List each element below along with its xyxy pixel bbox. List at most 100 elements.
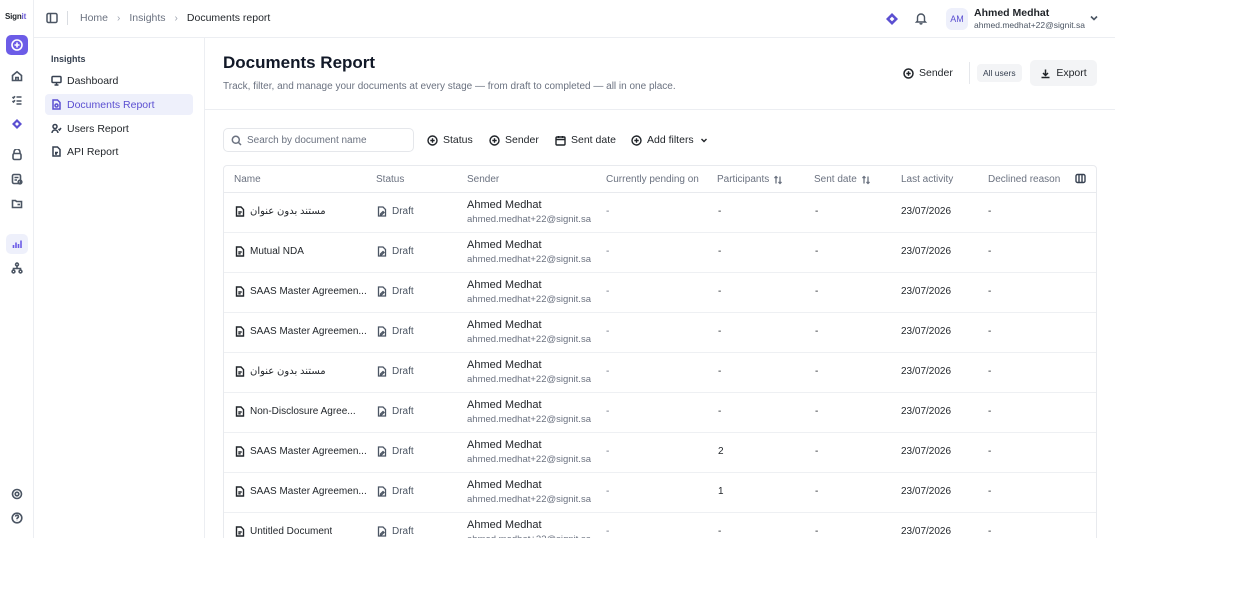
sidebar-item-api-report[interactable]: API Report — [45, 141, 193, 162]
document-name[interactable]: مستند بدون عنوان — [235, 206, 370, 217]
sidebar-item-documents-report[interactable]: Documents Report — [45, 94, 193, 115]
tasks-icon[interactable] — [6, 90, 28, 110]
document-name[interactable]: Mutual NDA — [235, 246, 370, 257]
column-label: Participants — [717, 174, 770, 185]
table-row[interactable]: SAAS Master Agreemen... Draft Ahmed Medhat… — [224, 273, 1096, 313]
document-name[interactable]: Untitled Document — [235, 526, 370, 537]
brand-diamond-icon[interactable] — [885, 12, 899, 26]
document-name[interactable]: SAAS Master Agreemen... — [235, 286, 370, 297]
templates-icon[interactable] — [6, 169, 28, 189]
document-name[interactable]: SAAS Master Agreemen... — [235, 326, 370, 337]
status-badge: Draft — [377, 486, 414, 497]
document-name[interactable]: SAAS Master Agreemen... — [235, 486, 370, 497]
table-row[interactable]: مستند بدون عنوان Draft Ahmed Medhat ahmed.m… — [224, 193, 1096, 233]
sidebar-toggle-icon[interactable] — [46, 12, 58, 24]
page-subtitle: Track, filter, and manage your documents… — [223, 81, 676, 92]
column-sender[interactable]: Sender — [467, 174, 499, 185]
documents-table: Name Status Sender Currently pending on … — [223, 165, 1097, 538]
user-name: Ahmed Medhat — [974, 7, 1050, 19]
table-row[interactable]: SAAS Master Agreemen... Draft Ahmed Medhat… — [224, 433, 1096, 473]
column-declined-reason[interactable]: Declined reason — [988, 174, 1060, 185]
status-filter[interactable]: Status — [427, 131, 473, 149]
sidebar-item-dashboard[interactable]: Dashboard — [45, 70, 193, 91]
document-icon — [235, 366, 250, 377]
divider — [67, 11, 68, 25]
settings-icon[interactable] — [6, 484, 28, 504]
folders-icon[interactable] — [6, 193, 28, 213]
sender-filter-label: Sender — [505, 134, 539, 146]
home-icon[interactable] — [6, 66, 28, 86]
table-row[interactable]: SAAS Master Agreemen... Draft Ahmed Medhat… — [224, 473, 1096, 513]
declined-reason: - — [988, 326, 992, 337]
sent-date-filter[interactable]: Sent date — [555, 131, 616, 149]
document-icon — [235, 486, 250, 497]
table-row[interactable]: Untitled Document Draft Ahmed Medhat ahmed.… — [224, 513, 1096, 538]
column-pending[interactable]: Currently pending on — [606, 174, 699, 185]
draft-icon — [377, 406, 392, 417]
status-filter-label: Status — [443, 134, 473, 146]
sent-date: - — [815, 366, 819, 377]
status-badge: Draft — [377, 246, 414, 257]
app-window: Signit Home › Insights › Documents repor… — [0, 0, 1115, 538]
sender-name: Ahmed Medhat — [467, 479, 542, 491]
sent-date: - — [815, 406, 819, 417]
breadcrumb: Home › Insights › Documents report — [80, 12, 270, 24]
participants-count: - — [718, 286, 722, 297]
plus-circle-icon — [427, 134, 438, 146]
bell-icon[interactable] — [914, 11, 928, 25]
sender-filter[interactable]: Sender — [489, 131, 539, 149]
pending-on: - — [606, 286, 610, 297]
document-name[interactable]: مستند بدون عنوان — [235, 366, 370, 377]
columns-toggle-icon[interactable] — [1075, 173, 1087, 185]
last-activity: 23/07/2026 — [901, 246, 952, 257]
chevron-down-icon — [700, 138, 707, 143]
divider — [205, 109, 1115, 110]
brand-icon[interactable] — [6, 114, 28, 134]
last-activity: 23/07/2026 — [901, 366, 952, 377]
status-text: Draft — [392, 326, 414, 337]
all-users-badge[interactable]: All users — [977, 64, 1022, 82]
table-row[interactable]: مستند بدون عنوان Draft Ahmed Medhat ahmed.m… — [224, 353, 1096, 393]
status-text: Draft — [392, 206, 414, 217]
table-row[interactable]: SAAS Master Agreemen... Draft Ahmed Medhat… — [224, 313, 1096, 353]
breadcrumb-home[interactable]: Home — [80, 12, 108, 24]
archive-icon[interactable] — [6, 145, 28, 165]
analytics-icon[interactable] — [6, 234, 28, 254]
status-text: Draft — [392, 246, 414, 257]
sort-icon[interactable] — [861, 175, 871, 185]
search-box[interactable] — [223, 128, 414, 152]
table-row[interactable]: Mutual NDA Draft Ahmed Medhat ahmed.medhat+… — [224, 233, 1096, 273]
breadcrumb-insights[interactable]: Insights — [129, 12, 165, 24]
avatar[interactable]: AM — [946, 8, 968, 30]
document-icon — [52, 99, 61, 110]
column-participants[interactable]: Participants — [717, 174, 783, 185]
divider — [969, 62, 970, 84]
column-name[interactable]: Name — [234, 174, 261, 185]
sort-icon[interactable] — [773, 175, 783, 185]
add-filters-button[interactable]: Add filters — [631, 131, 713, 149]
workflow-icon[interactable] — [6, 258, 28, 278]
export-button[interactable]: Export — [1030, 60, 1097, 86]
signit-logo[interactable]: Signit — [5, 12, 26, 21]
declined-reason: - — [988, 286, 992, 297]
pending-on: - — [606, 326, 610, 337]
page-title: Documents Report — [223, 53, 376, 72]
chevron-down-icon[interactable] — [1089, 12, 1101, 24]
status-text: Draft — [392, 406, 414, 417]
document-name[interactable]: SAAS Master Agreemen... — [235, 446, 370, 457]
sender-button[interactable]: Sender — [903, 63, 953, 83]
status-text: Draft — [392, 286, 414, 297]
column-last-activity[interactable]: Last activity — [901, 174, 953, 185]
document-name[interactable]: Non-Disclosure Agree... — [235, 406, 370, 417]
sidebar-item-users-report[interactable]: Users Report — [45, 118, 193, 139]
sender-name: Ahmed Medhat — [467, 199, 542, 211]
sent-date-filter-label: Sent date — [571, 134, 616, 146]
table-row[interactable]: Non-Disclosure Agree... Draft Ahmed Medhat… — [224, 393, 1096, 433]
column-status[interactable]: Status — [376, 174, 404, 185]
document-name-text: Untitled Document — [250, 526, 333, 537]
participants-count: - — [718, 406, 722, 417]
help-icon[interactable] — [6, 508, 28, 528]
search-input[interactable] — [247, 134, 407, 146]
add-icon[interactable] — [6, 35, 28, 55]
column-sent-date[interactable]: Sent date — [814, 174, 871, 185]
